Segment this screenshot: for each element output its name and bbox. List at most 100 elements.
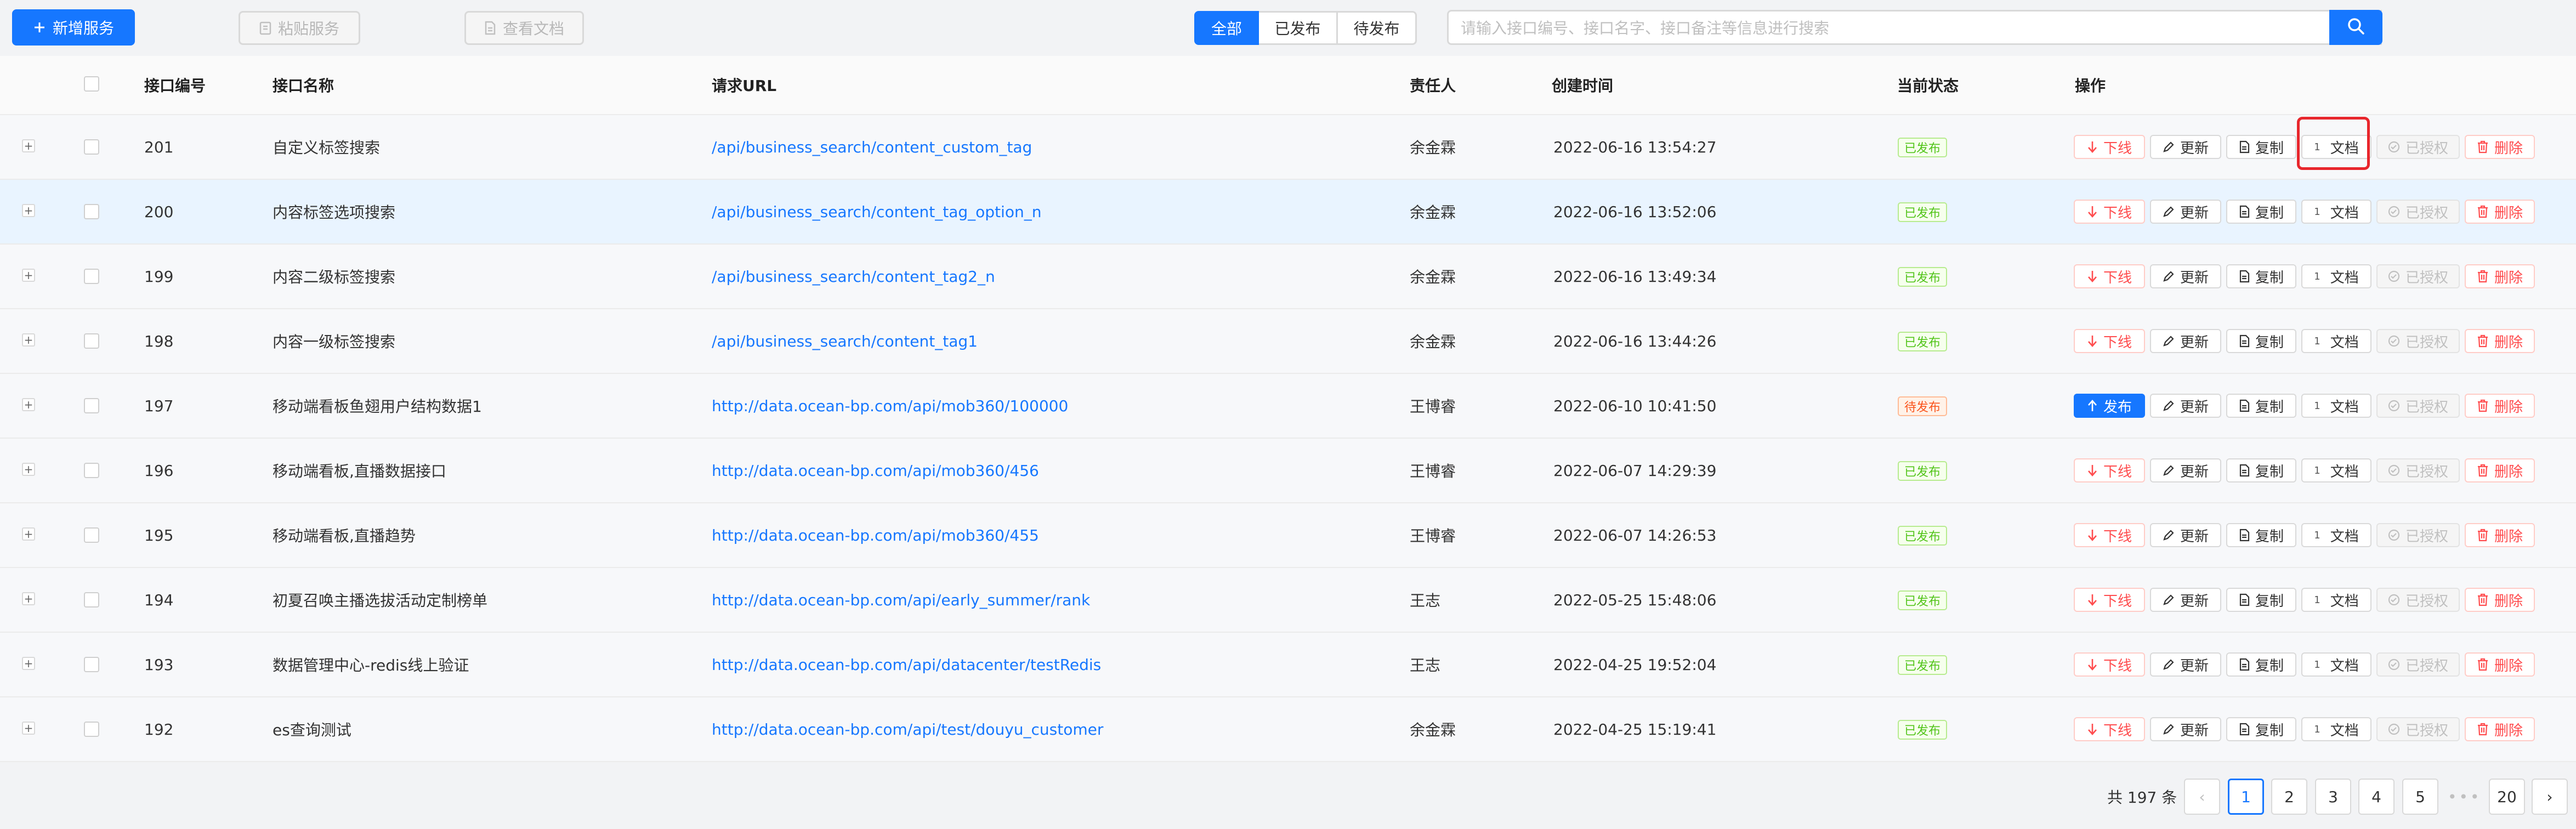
- offline-button[interactable]: 下线: [2074, 588, 2145, 612]
- delete-button[interactable]: 删除: [2465, 394, 2535, 418]
- copy-button[interactable]: 复制: [2226, 652, 2296, 677]
- delete-button[interactable]: 删除: [2465, 264, 2535, 288]
- expand-row-button[interactable]: +: [22, 657, 35, 670]
- copy-button[interactable]: 复制: [2226, 329, 2296, 353]
- offline-button[interactable]: 下线: [2074, 458, 2145, 482]
- doc-button[interactable]: 1 文档: [2301, 329, 2371, 353]
- update-button[interactable]: 更新: [2150, 717, 2221, 741]
- copy-button[interactable]: 复制: [2226, 135, 2296, 159]
- update-button[interactable]: 更新: [2150, 200, 2221, 224]
- cell-url-link[interactable]: http://data.ocean-bp.com/api/test/douyu_…: [712, 697, 1103, 761]
- expand-row-button[interactable]: +: [22, 204, 35, 217]
- delete-button[interactable]: 删除: [2465, 652, 2535, 677]
- delete-button[interactable]: 删除: [2465, 200, 2535, 224]
- cell-url-link[interactable]: http://data.ocean-bp.com/api/mob360/455: [712, 503, 1039, 567]
- copy-button[interactable]: 复制: [2226, 523, 2296, 547]
- select-all-checkbox[interactable]: [84, 76, 99, 92]
- update-button[interactable]: 更新: [2150, 588, 2221, 612]
- row-checkbox[interactable]: [84, 657, 99, 672]
- page-5[interactable]: 5: [2402, 779, 2438, 815]
- copy-button[interactable]: 复制: [2226, 264, 2296, 288]
- expand-row-button[interactable]: +: [22, 333, 35, 347]
- authorized-button[interactable]: 已授权: [2376, 458, 2460, 482]
- offline-button[interactable]: 下线: [2074, 717, 2145, 741]
- page-2[interactable]: 2: [2271, 779, 2307, 815]
- authorized-button[interactable]: 已授权: [2376, 264, 2460, 288]
- delete-button[interactable]: 删除: [2465, 523, 2535, 547]
- expand-row-button[interactable]: +: [22, 463, 35, 476]
- add-service-button[interactable]: 新增服务: [12, 9, 135, 46]
- row-checkbox[interactable]: [84, 333, 99, 349]
- offline-button[interactable]: 下线: [2074, 652, 2145, 677]
- update-button[interactable]: 更新: [2150, 523, 2221, 547]
- doc-button[interactable]: 1 文档: [2301, 394, 2371, 418]
- filter-tab-published[interactable]: 已发布: [1257, 11, 1338, 45]
- expand-row-button[interactable]: +: [22, 269, 35, 282]
- view-docs-button[interactable]: 查看文档: [464, 11, 584, 45]
- authorized-button[interactable]: 已授权: [2376, 329, 2460, 353]
- filter-tab-all[interactable]: 全部: [1194, 11, 1259, 45]
- authorized-button[interactable]: 已授权: [2376, 588, 2460, 612]
- expand-row-button[interactable]: +: [22, 527, 35, 541]
- row-checkbox[interactable]: [84, 463, 99, 478]
- copy-button[interactable]: 复制: [2226, 717, 2296, 741]
- cell-url-link[interactable]: /api/business_search/content_custom_tag: [712, 115, 1032, 179]
- authorized-button[interactable]: 已授权: [2376, 135, 2460, 159]
- publish-button[interactable]: 发布: [2074, 394, 2145, 418]
- expand-row-button[interactable]: +: [22, 722, 35, 735]
- doc-button[interactable]: 1 文档: [2301, 264, 2371, 288]
- copy-button[interactable]: 复制: [2226, 588, 2296, 612]
- row-checkbox[interactable]: [84, 592, 99, 607]
- doc-button[interactable]: 1 文档: [2301, 588, 2371, 612]
- update-button[interactable]: 更新: [2150, 264, 2221, 288]
- update-button[interactable]: 更新: [2150, 135, 2221, 159]
- delete-button[interactable]: 删除: [2465, 135, 2535, 159]
- copy-button[interactable]: 复制: [2226, 394, 2296, 418]
- authorized-button[interactable]: 已授权: [2376, 200, 2460, 224]
- delete-button[interactable]: 删除: [2465, 458, 2535, 482]
- offline-button[interactable]: 下线: [2074, 523, 2145, 547]
- doc-button[interactable]: 1 文档: [2301, 523, 2371, 547]
- authorized-button[interactable]: 已授权: [2376, 652, 2460, 677]
- offline-button[interactable]: 下线: [2074, 200, 2145, 224]
- doc-button[interactable]: 1 文档: [2301, 200, 2371, 224]
- page-1[interactable]: 1: [2228, 779, 2264, 815]
- cell-url-link[interactable]: http://data.ocean-bp.com/api/early_summe…: [712, 568, 1090, 632]
- search-input[interactable]: 请输入接口编号、接口名字、接口备注等信息进行搜索: [1447, 10, 2382, 45]
- doc-button[interactable]: 1 文档: [2301, 717, 2371, 741]
- cell-url-link[interactable]: http://data.ocean-bp.com/api/mob360/1000…: [712, 374, 1068, 438]
- expand-row-button[interactable]: +: [22, 592, 35, 605]
- doc-button[interactable]: 1 文档: [2301, 458, 2371, 482]
- page-4[interactable]: 4: [2358, 779, 2395, 815]
- row-checkbox[interactable]: [84, 269, 99, 284]
- cell-url-link[interactable]: /api/business_search/content_tag2_n: [712, 245, 995, 308]
- authorized-button[interactable]: 已授权: [2376, 394, 2460, 418]
- cell-url-link[interactable]: http://data.ocean-bp.com/api/mob360/456: [712, 439, 1039, 502]
- update-button[interactable]: 更新: [2150, 458, 2221, 482]
- offline-button[interactable]: 下线: [2074, 264, 2145, 288]
- authorized-button[interactable]: 已授权: [2376, 717, 2460, 741]
- update-button[interactable]: 更新: [2150, 394, 2221, 418]
- cell-url-link[interactable]: http://data.ocean-bp.com/api/datacenter/…: [712, 633, 1101, 696]
- paste-service-button[interactable]: 粘贴服务: [239, 11, 360, 45]
- cell-url-link[interactable]: /api/business_search/content_tag_option_…: [712, 180, 1041, 243]
- authorized-button[interactable]: 已授权: [2376, 523, 2460, 547]
- doc-button[interactable]: 1 文档: [2301, 652, 2371, 677]
- cell-url-link[interactable]: /api/business_search/content_tag1: [712, 309, 978, 373]
- copy-button[interactable]: 复制: [2226, 458, 2296, 482]
- search-button[interactable]: [2329, 10, 2382, 45]
- copy-button[interactable]: 复制: [2226, 200, 2296, 224]
- row-checkbox[interactable]: [84, 204, 99, 219]
- offline-button[interactable]: 下线: [2074, 135, 2145, 159]
- prev-page-button[interactable]: ‹: [2184, 779, 2220, 815]
- row-checkbox[interactable]: [84, 527, 99, 543]
- row-checkbox[interactable]: [84, 722, 99, 737]
- delete-button[interactable]: 删除: [2465, 588, 2535, 612]
- page-last[interactable]: 20: [2489, 779, 2525, 815]
- filter-tab-pending[interactable]: 待发布: [1336, 11, 1417, 45]
- update-button[interactable]: 更新: [2150, 652, 2221, 677]
- page-3[interactable]: 3: [2315, 779, 2351, 815]
- delete-button[interactable]: 删除: [2465, 717, 2535, 741]
- row-checkbox[interactable]: [84, 139, 99, 155]
- update-button[interactable]: 更新: [2150, 329, 2221, 353]
